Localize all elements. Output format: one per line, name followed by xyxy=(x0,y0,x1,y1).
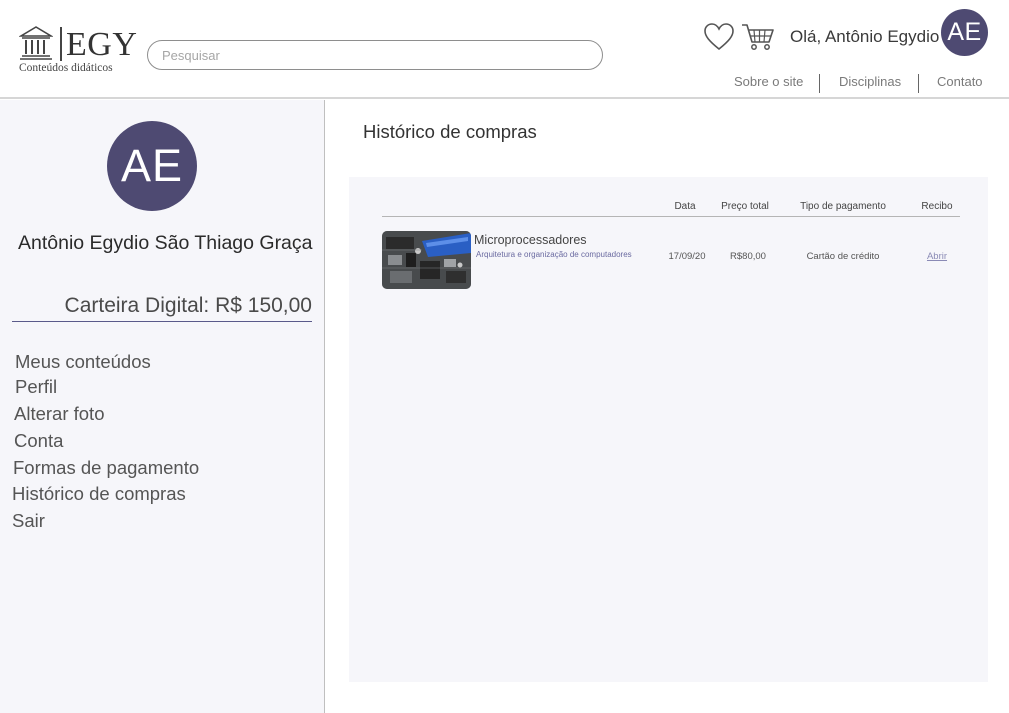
purchase-total: R$80,00 xyxy=(730,251,766,262)
sidebar-item-profile[interactable]: Perfil xyxy=(15,376,57,398)
search-input[interactable] xyxy=(147,40,603,70)
header-avatar[interactable]: AE xyxy=(941,9,988,56)
sidebar-item-logout[interactable]: Sair xyxy=(12,510,45,532)
logo-divider xyxy=(60,27,62,61)
nav-separator xyxy=(918,74,919,93)
user-greeting: Olá, Antônio Egydio xyxy=(790,27,940,46)
sidebar-item-payment-methods[interactable]: Formas de pagamento xyxy=(13,457,199,479)
purchase-date: 17/09/20 xyxy=(668,251,706,262)
page-title: Histórico de compras xyxy=(363,121,537,142)
nav-separator xyxy=(819,74,820,93)
product-subtitle: Arquitetura e organização de computadore… xyxy=(476,250,632,259)
column-header-payment-type: Tipo de pagamento xyxy=(800,201,886,212)
logo-brand: EGY xyxy=(66,26,138,63)
sidebar-item-purchase-history[interactable]: Histórico de compras xyxy=(12,483,186,505)
column-header-total: Preço total xyxy=(721,201,769,212)
column-header-date: Data xyxy=(674,201,696,212)
product-title[interactable]: Microprocessadores xyxy=(474,233,587,247)
product-thumbnail-circuit-board[interactable] xyxy=(382,231,471,289)
nav-link-subjects[interactable]: Disciplinas xyxy=(839,74,901,89)
cart-icon[interactable] xyxy=(741,21,775,53)
sidebar-item-my-contents[interactable]: Meus conteúdos xyxy=(15,351,151,373)
favorites-heart-icon[interactable] xyxy=(703,22,735,52)
payment-type: Cartão de crédito xyxy=(806,251,880,262)
sidebar-item-account[interactable]: Conta xyxy=(14,430,63,452)
column-header-receipt: Recibo xyxy=(921,201,953,212)
nav-link-about[interactable]: Sobre o site xyxy=(734,74,803,89)
user-full-name: Antônio Egydio São Thiago Graça xyxy=(18,232,313,254)
sidebar-item-change-photo[interactable]: Alterar foto xyxy=(14,403,105,425)
receipt-open-link[interactable]: Abrir xyxy=(927,251,947,262)
profile-sidebar: AE Antônio Egydio São Thiago Graça Carte… xyxy=(0,100,325,713)
museum-building-icon xyxy=(19,26,53,60)
logo-subtitle: Conteúdos didáticos xyxy=(19,62,113,74)
profile-avatar: AE xyxy=(107,121,197,211)
site-logo[interactable]: EGY Conteúdos didáticos xyxy=(19,25,139,80)
table-header-divider xyxy=(382,216,960,217)
purchase-history-panel: Data Preço total Tipo de pagamento Recib… xyxy=(349,177,988,682)
nav-link-contact[interactable]: Contato xyxy=(937,74,983,89)
wallet-balance: Carteira Digital: R$ 150,00 xyxy=(12,294,312,322)
top-header: EGY Conteúdos didáticos Olá, Antônio Egy… xyxy=(0,0,1009,99)
